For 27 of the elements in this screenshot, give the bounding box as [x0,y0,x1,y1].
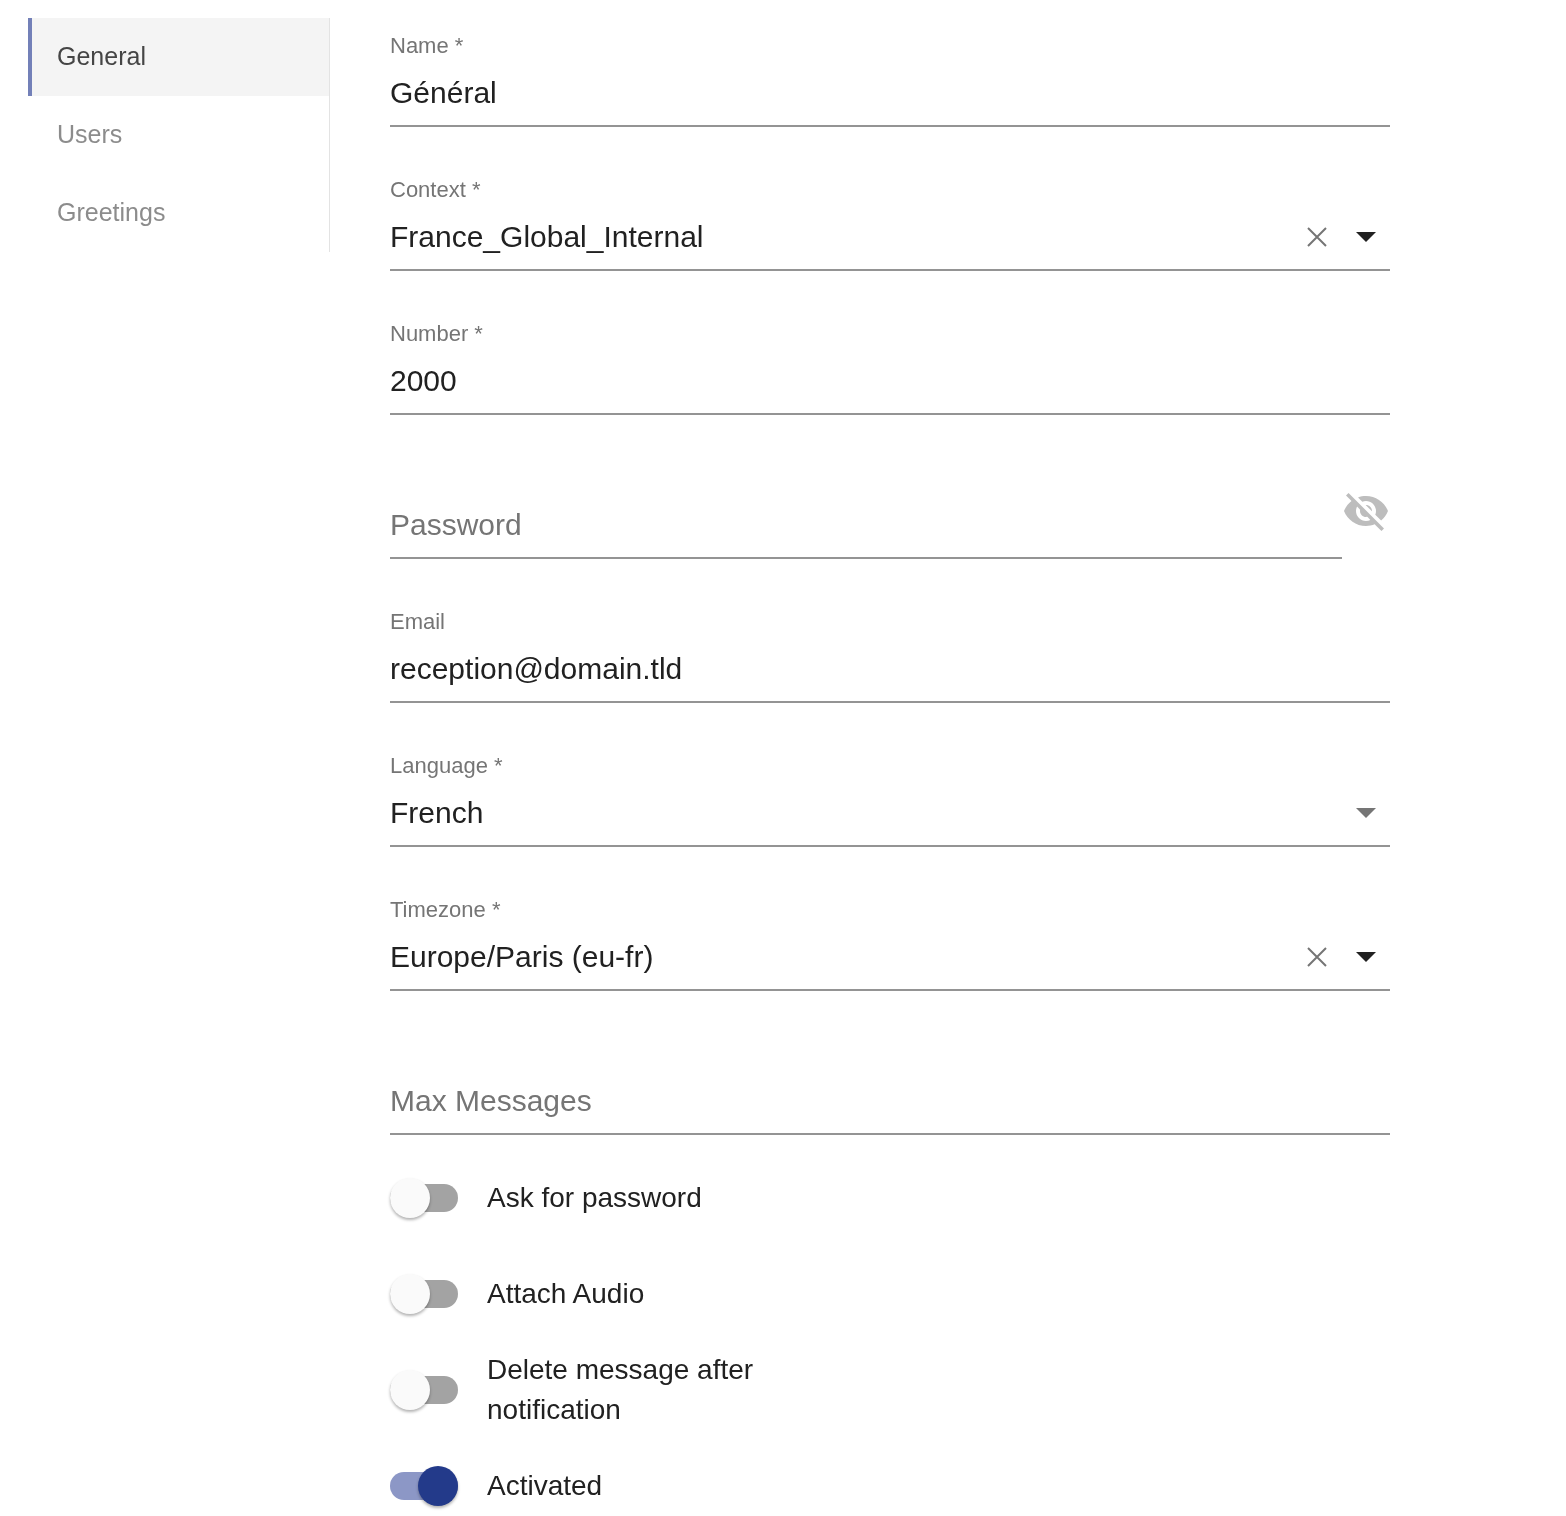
timezone-field[interactable]: Europe/Paris (eu-fr) [390,937,1390,991]
language-field[interactable]: French [390,793,1390,847]
context-field[interactable]: France_Global_Internal [390,217,1390,271]
field-label: Timezone * [390,897,501,923]
caret-down-icon[interactable] [1356,232,1376,242]
toggle-switch[interactable] [390,1370,458,1410]
field-label: Email [390,609,445,635]
field-label: Context * [390,177,481,203]
close-icon[interactable] [1307,227,1327,247]
field-label: Name * [390,33,464,59]
switch-label: Attach Audio [487,1277,645,1311]
field-label: Number * [390,321,483,347]
switch-label: Ask for password [487,1181,702,1215]
switch-label: Activated [487,1469,603,1503]
field-label: Language * [390,753,503,779]
name-field[interactable]: Général [390,73,1390,127]
toggle-switch[interactable] [390,1466,458,1506]
email-field[interactable]: reception@domain.tld [390,649,1390,703]
toggle-switch[interactable] [390,1274,458,1314]
number-field[interactable]: 2000 [390,361,1390,415]
password-field[interactable]: Password [390,505,1342,559]
close-icon[interactable] [1307,947,1327,967]
sidebar-tab[interactable]: General [28,18,329,96]
caret-down-icon[interactable] [1356,952,1376,962]
toggle-switch[interactable] [390,1178,458,1218]
switch-label: Delete message after notification [487,1353,755,1427]
max-messages-field[interactable]: Max Messages [390,1081,1390,1135]
